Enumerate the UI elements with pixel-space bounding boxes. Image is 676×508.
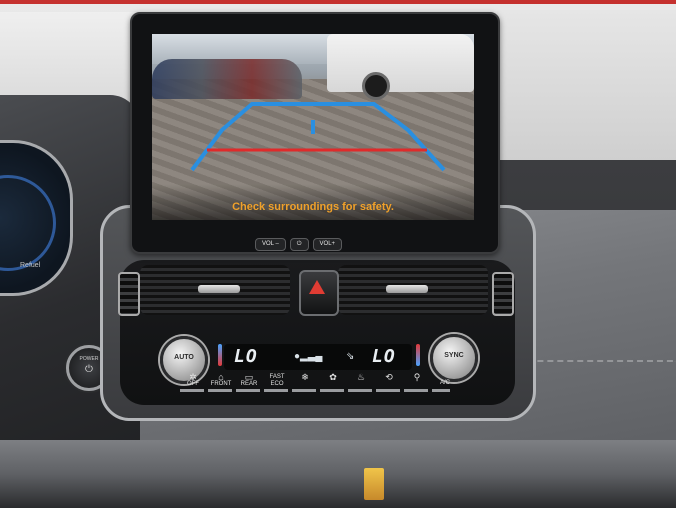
right-temperature: LO (372, 346, 396, 367)
left-air-vent[interactable] (140, 265, 290, 315)
seat-icon: ⚲ (413, 372, 421, 382)
screen-control-buttons: VOL – ⏻ VOL+ (255, 238, 375, 252)
fan-off-button[interactable]: ✲ OFF (178, 372, 208, 388)
hazard-icon (309, 280, 325, 294)
fast-eco-button[interactable]: FAST ECO (262, 374, 292, 388)
climate-button-row: ✲ OFF ⌂ FRONT ▭ REAR FAST ECO ❄ ✿ ♨ ⟲ ⚲ A/C (178, 372, 460, 400)
usb-tag (364, 468, 384, 500)
climate-display: LO ●▂▃▄ ⇘ LO (224, 344, 412, 370)
safety-message: Check surroundings for safety. (232, 201, 394, 213)
right-side-vent[interactable] (492, 272, 514, 316)
auto-knob-label: AUTO (174, 354, 194, 361)
car-dashboard-photo: Refuel POWER ⏻ AUTO SYNC LO ●▂▃▄ ⇘ LO ✲ O… (0, 0, 676, 508)
fan-high-button[interactable]: ✿ (318, 372, 348, 382)
sync-knob-label: SYNC (444, 352, 464, 359)
rear-defrost-icon: ▭ (244, 372, 254, 382)
airflow-button[interactable]: ♨ (346, 372, 376, 382)
fan-low-icon: ❄ (301, 372, 309, 382)
front-defrost-icon: ⌂ (218, 372, 224, 382)
power-icon: ⏻ (85, 364, 93, 375)
left-temp-indicator (218, 344, 222, 366)
button-indicator-strip (180, 389, 450, 392)
fan-off-icon: ✲ (189, 372, 197, 382)
airflow-mode-icon: ⇘ (346, 351, 355, 362)
background-right (497, 10, 676, 160)
left-temperature: LO (234, 346, 258, 367)
front-defrost-button[interactable]: ⌂ FRONT (206, 372, 236, 388)
volume-down-button[interactable]: VOL – (255, 238, 286, 251)
parking-guide-blue (190, 102, 446, 172)
fan-speed-icon: ●▂▃▄ (294, 351, 323, 362)
power-screen-button[interactable]: ⏻ (289, 238, 309, 251)
rear-camera-display[interactable]: Check surroundings for safety. (152, 34, 474, 220)
seat-button[interactable]: ⚲ (402, 372, 432, 382)
left-side-vent[interactable] (118, 272, 140, 316)
top-red-trim (0, 0, 676, 4)
recirculate-icon: ⟲ (385, 372, 393, 382)
right-air-vent[interactable] (338, 265, 488, 315)
ac-button[interactable]: A/C (430, 380, 460, 387)
fan-low-button[interactable]: ❄ (290, 372, 320, 382)
fan-high-icon: ✿ (329, 372, 337, 382)
rear-defrost-button[interactable]: ▭ REAR (234, 372, 264, 388)
right-vent-tab[interactable] (386, 285, 428, 293)
airflow-icon: ♨ (356, 372, 366, 382)
lower-console (0, 440, 676, 508)
left-vent-tab[interactable] (198, 285, 240, 293)
right-temp-indicator (416, 344, 420, 366)
gauge-label: Refuel (20, 262, 41, 269)
recirculate-button[interactable]: ⟲ (374, 372, 404, 382)
volume-up-button[interactable]: VOL+ (312, 238, 343, 251)
